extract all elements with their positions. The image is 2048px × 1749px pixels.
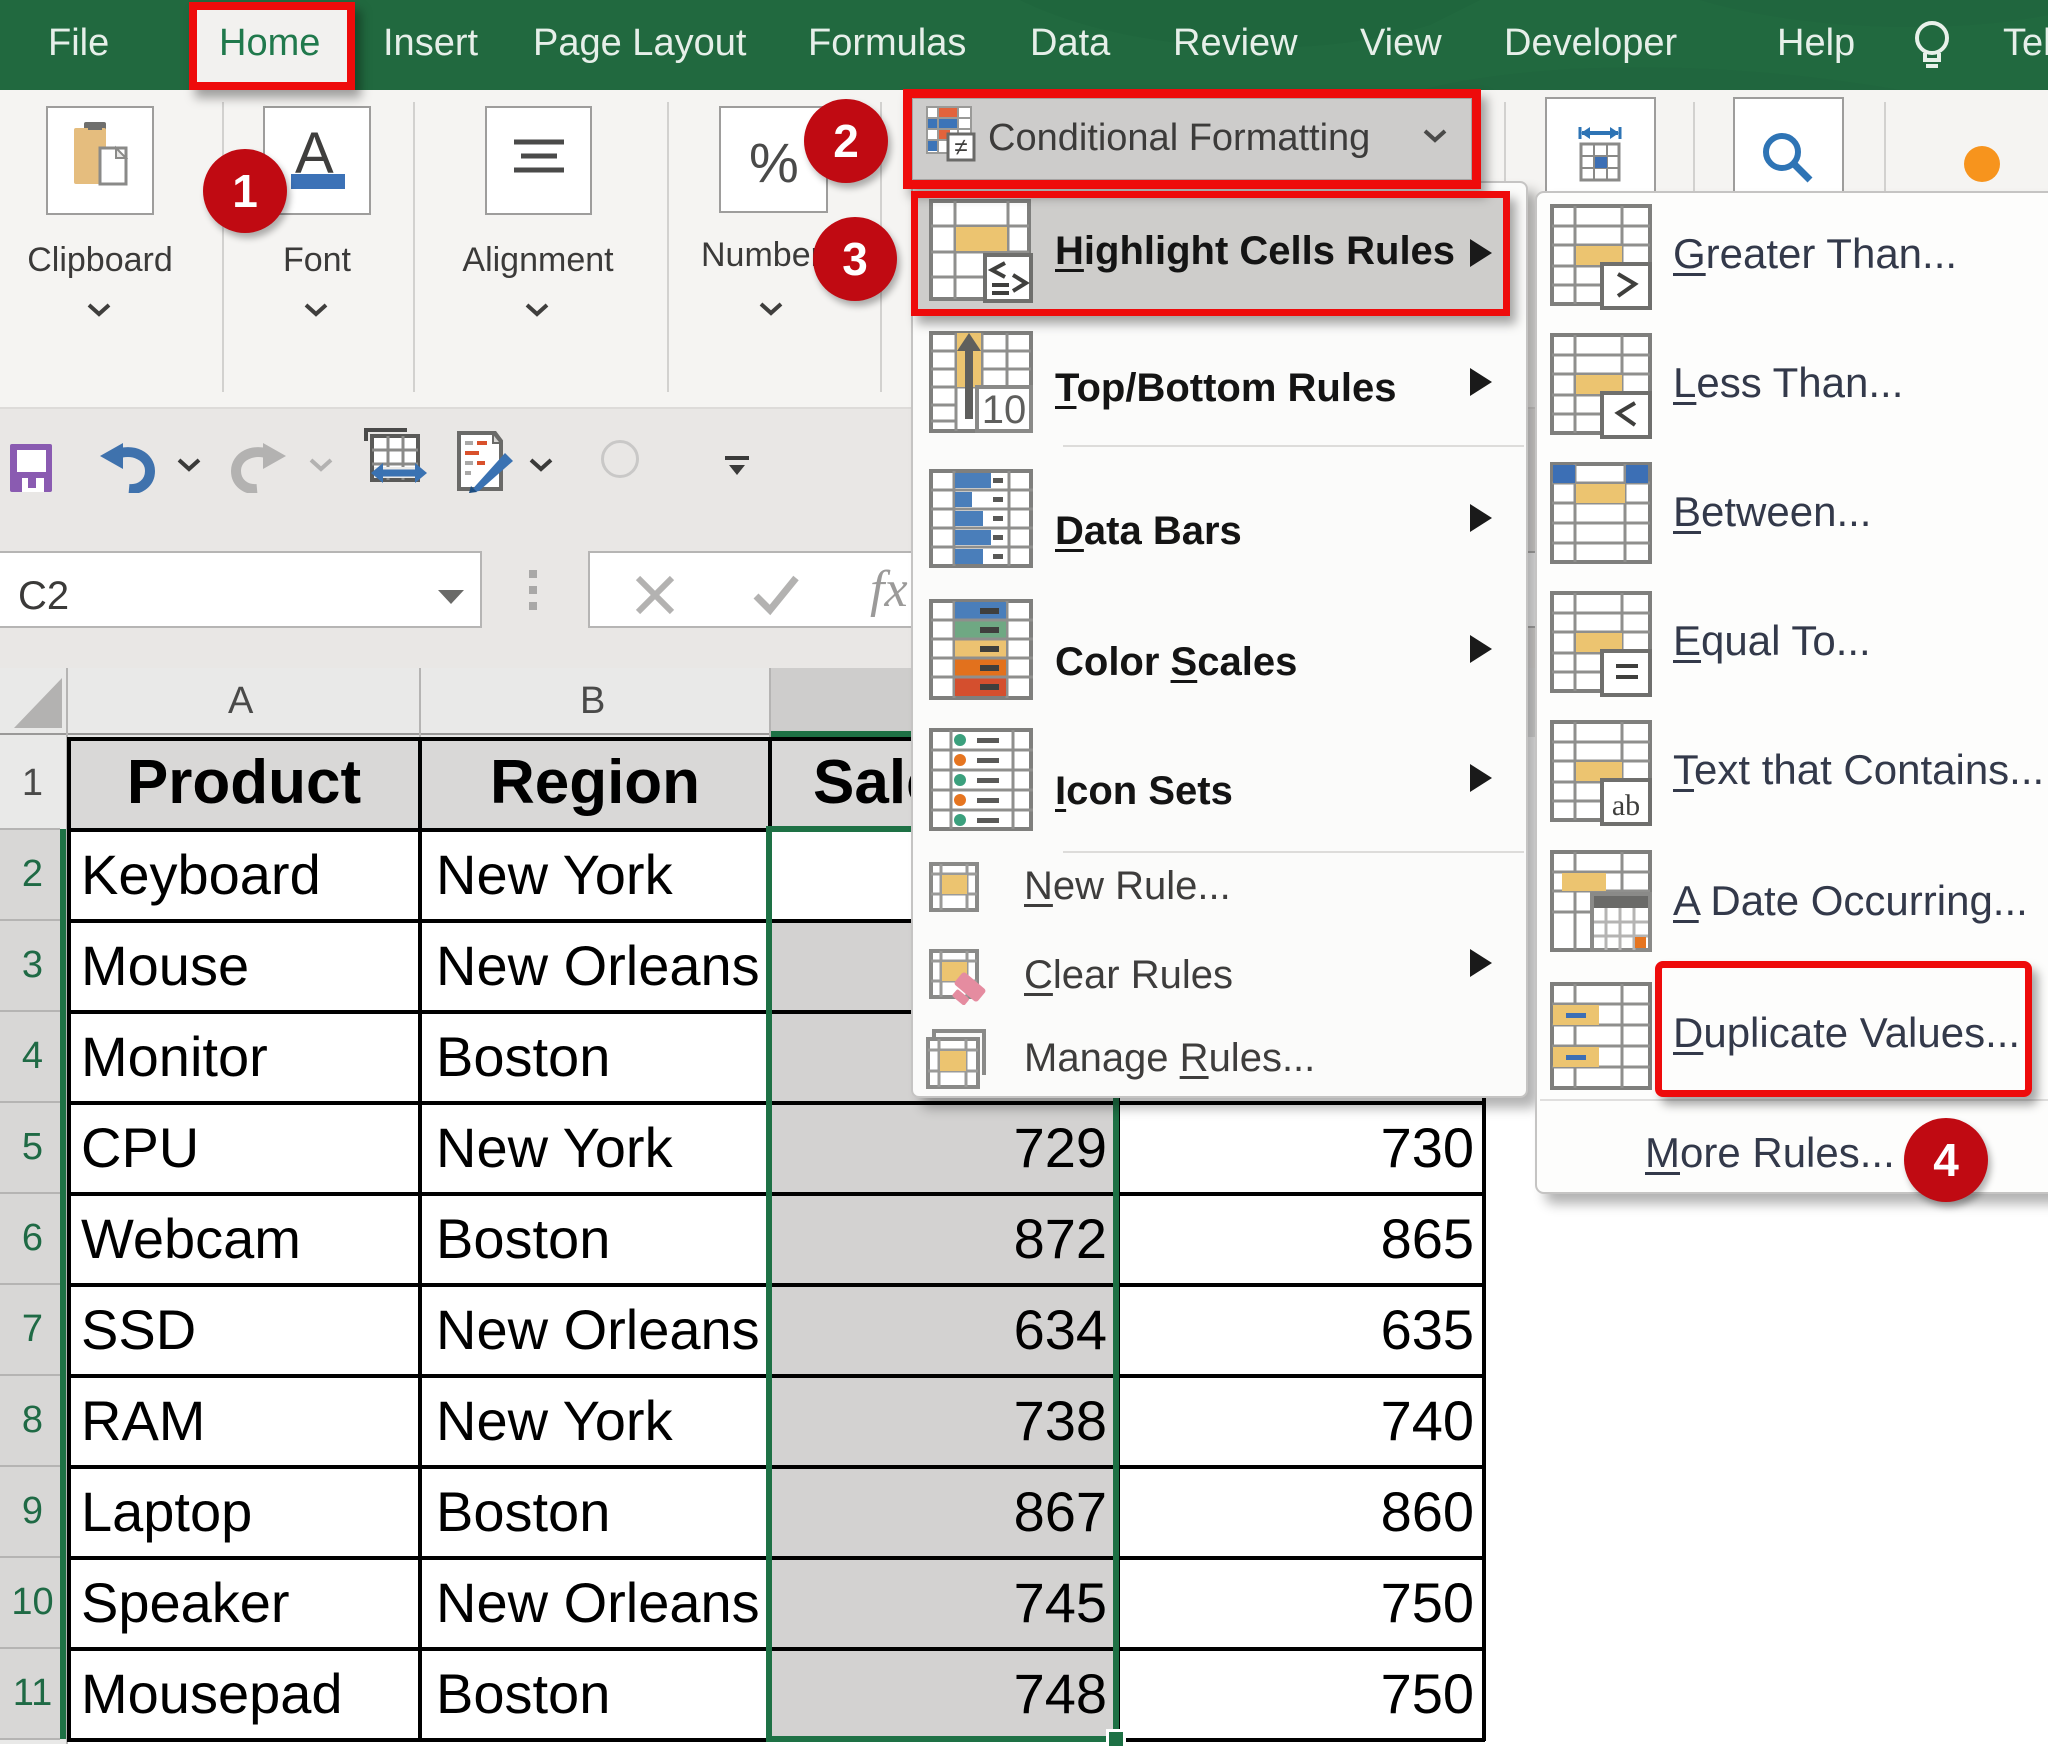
svg-text:10: 10 — [982, 388, 1027, 432]
svg-text:ab: ab — [1612, 789, 1640, 822]
